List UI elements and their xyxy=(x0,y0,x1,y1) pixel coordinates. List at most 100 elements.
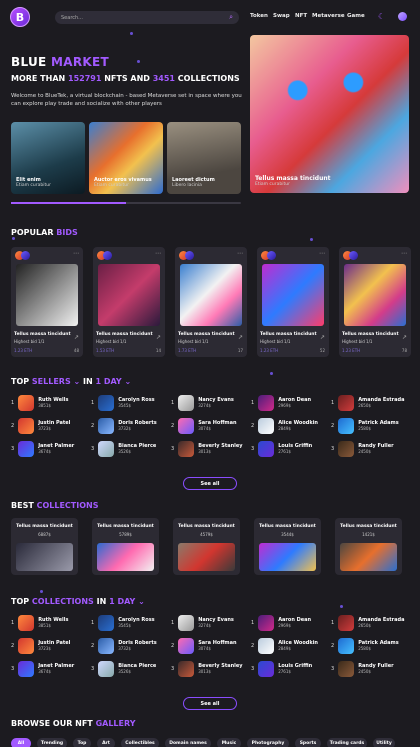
seller-row[interactable]: 2 Sara Hoffman 3074$ xyxy=(171,418,237,434)
tab-top[interactable]: Top xyxy=(73,738,91,747)
share-icon[interactable]: ↗ xyxy=(74,334,79,341)
nav-token[interactable]: Token xyxy=(250,13,268,19)
tab-music[interactable]: Music xyxy=(217,738,241,747)
share-icon[interactable]: ↗ xyxy=(320,334,325,341)
seller-row[interactable]: 3 Louis Griffin 2761$ xyxy=(251,441,312,457)
rank-number: 2 xyxy=(331,643,335,649)
share-icon[interactable]: ↗ xyxy=(156,334,161,341)
hero-slider-track[interactable] xyxy=(11,202,241,204)
collection-card[interactable]: Tellus massa tincidunt 4579$ xyxy=(173,518,240,575)
nav-nft[interactable]: NFT xyxy=(295,13,307,19)
more-icon[interactable]: ⋯ xyxy=(237,250,243,257)
tab-all[interactable]: All xyxy=(11,738,31,747)
share-icon[interactable]: ↗ xyxy=(402,334,407,341)
avatar xyxy=(258,441,275,457)
collection-row[interactable]: 3 Beverly Stanley 3013$ xyxy=(171,661,243,677)
gallery-heading: BROWSE OUR NFT GALLERY xyxy=(11,719,136,728)
collection-card[interactable]: Tellus massa tincidunt 3544$ xyxy=(254,518,321,575)
more-icon[interactable]: ⋯ xyxy=(73,250,79,257)
seller-row[interactable]: 3 Bianca Pierce 3526$ xyxy=(91,441,156,457)
seller-row[interactable]: 1 Amanda Estrada 2650$ xyxy=(331,395,404,411)
collection-row[interactable]: 1 Carolyn Ross 3545$ xyxy=(91,615,155,631)
collection-card[interactable]: Tellus massa tincidunt 5789$ xyxy=(92,518,159,575)
tab-sports[interactable]: Sports xyxy=(295,738,321,747)
nav-swap[interactable]: Swap xyxy=(273,13,290,19)
search-input[interactable]: Search... ⌕ xyxy=(55,11,239,24)
bid-price: 1.23 ETH xyxy=(342,348,361,353)
collection-row[interactable]: 1 Nancy Evans 3274$ xyxy=(171,615,234,631)
collection-row[interactable]: 3 Louis Griffin 2761$ xyxy=(251,661,312,677)
collection-card[interactable]: Tellus massa tincidunt 6887$ xyxy=(11,518,78,575)
collection-title: Tellus massa tincidunt xyxy=(340,524,397,529)
rank-number: 1 xyxy=(171,400,175,406)
hero-card-1[interactable]: Elit enim Etiam curabitur xyxy=(11,122,85,194)
seller-info: Ruth Wells 3851$ xyxy=(38,397,68,410)
bid-card[interactable]: ⋯ Tellus massa tincidunt Highest bid 1/1 1.… xyxy=(11,247,83,357)
nav-metaverse[interactable]: Metaverse xyxy=(312,13,345,19)
seller-row[interactable]: 2 Justin Patel 3723$ xyxy=(11,418,70,434)
see-all-sellers-button[interactable]: See all xyxy=(183,477,237,490)
hero-card-2[interactable]: Auctor eros vivamus Etiam curabitur xyxy=(89,122,163,194)
tab-trending[interactable]: Trending xyxy=(37,738,67,747)
seller-info: Aaron Dean 2969$ xyxy=(278,397,311,410)
collection-row[interactable]: 2 Sara Hoffman 3074$ xyxy=(171,638,237,654)
seller-row[interactable]: 1 Ruth Wells 3851$ xyxy=(11,395,68,411)
seller-row[interactable]: 3 Janet Palmer 3674$ xyxy=(11,441,74,457)
search-icon[interactable]: ⌕ xyxy=(229,13,233,22)
rank-number: 3 xyxy=(331,666,335,672)
collection-row[interactable]: 1 Aaron Dean 2969$ xyxy=(251,615,311,631)
more-icon[interactable]: ⋯ xyxy=(401,250,407,257)
collection-row[interactable]: 2 Alice Woodkin 2849$ xyxy=(251,638,318,654)
bid-card[interactable]: ⋯ Tellus massa tincidunt Highest bid 1/1 1.… xyxy=(339,247,411,357)
hero-main-card[interactable]: Tellus massa tincidunt Etiam curabitur xyxy=(250,35,409,193)
more-icon[interactable]: ⋯ xyxy=(319,250,325,257)
share-icon[interactable]: ↗ xyxy=(238,334,243,341)
tab-art[interactable]: Art xyxy=(97,738,115,747)
bid-card[interactable]: ⋯ Tellus massa tincidunt Highest bid 1/1 1.… xyxy=(93,247,165,357)
seller-row[interactable]: 1 Aaron Dean 2969$ xyxy=(251,395,311,411)
collection-row[interactable]: 3 Bianca Pierce 3526$ xyxy=(91,661,156,677)
collection-row[interactable]: 2 Patrick Adams 2580$ xyxy=(331,638,399,654)
rank-number: 1 xyxy=(251,620,255,626)
more-icon[interactable]: ⋯ xyxy=(155,250,161,257)
logo[interactable]: B xyxy=(10,7,30,27)
bid-image xyxy=(262,264,324,326)
tab-utility[interactable]: Utility xyxy=(373,738,395,747)
avatar xyxy=(18,615,35,631)
seller-row[interactable]: 1 Carolyn Ross 3545$ xyxy=(91,395,155,411)
collection-row[interactable]: 2 Justin Patel 3723$ xyxy=(11,638,70,654)
seller-info: Bianca Pierce 3526$ xyxy=(118,443,156,456)
seller-row[interactable]: 2 Alice Woodkin 2849$ xyxy=(251,418,318,434)
collection-row[interactable]: 3 Randy Fuller 2450$ xyxy=(331,661,394,677)
seller-info: Amanda Estrada 2650$ xyxy=(358,397,404,410)
seller-row[interactable]: 3 Beverly Stanley 3013$ xyxy=(171,441,243,457)
seller-row[interactable]: 3 Randy Fuller 2450$ xyxy=(331,441,394,457)
collection-card[interactable]: Tellus massa tincidunt 1421$ xyxy=(335,518,402,575)
seller-row[interactable]: 2 Patrick Adams 2580$ xyxy=(331,418,399,434)
tab-collectibles[interactable]: Collectibles xyxy=(121,738,159,747)
avatar[interactable] xyxy=(398,12,407,21)
tab-domain-names[interactable]: Domain names xyxy=(165,738,211,747)
hero-card-3[interactable]: Laoreet dictum Libero lacinia xyxy=(167,122,241,194)
collection-amount: 2969$ xyxy=(278,622,291,628)
avatar xyxy=(103,251,112,260)
moon-icon[interactable]: ☾ xyxy=(378,12,387,21)
avatar xyxy=(178,661,195,677)
bid-card[interactable]: ⋯ Tellus massa tincidunt Highest bid 1/1 1.… xyxy=(257,247,329,357)
collection-row[interactable]: 3 Janet Palmer 3674$ xyxy=(11,661,74,677)
collection-info: Louis Griffin 2761$ xyxy=(278,663,312,676)
bid-title: Tellus massa tincidunt xyxy=(342,332,399,337)
seller-row[interactable]: 1 Nancy Evans 3274$ xyxy=(171,395,234,411)
tab-trading-cards[interactable]: Trading cards xyxy=(327,738,367,747)
rank-number: 3 xyxy=(171,666,175,672)
bid-card[interactable]: ⋯ Tellus massa tincidunt Highest bid 1/1 1.… xyxy=(175,247,247,357)
see-all-collections-button[interactable]: See all xyxy=(183,697,237,710)
collection-row[interactable]: 1 Ruth Wells 3851$ xyxy=(11,615,68,631)
collection-row[interactable]: 2 Doris Roberts 3732$ xyxy=(91,638,157,654)
collection-row[interactable]: 1 Amanda Estrada 2650$ xyxy=(331,615,404,631)
seller-row[interactable]: 2 Doris Roberts 3732$ xyxy=(91,418,157,434)
nav-game[interactable]: Game xyxy=(347,13,365,19)
rank-number: 2 xyxy=(251,423,255,429)
collection-info: Patrick Adams 2580$ xyxy=(358,640,399,653)
tab-photography[interactable]: Photography xyxy=(247,738,289,747)
